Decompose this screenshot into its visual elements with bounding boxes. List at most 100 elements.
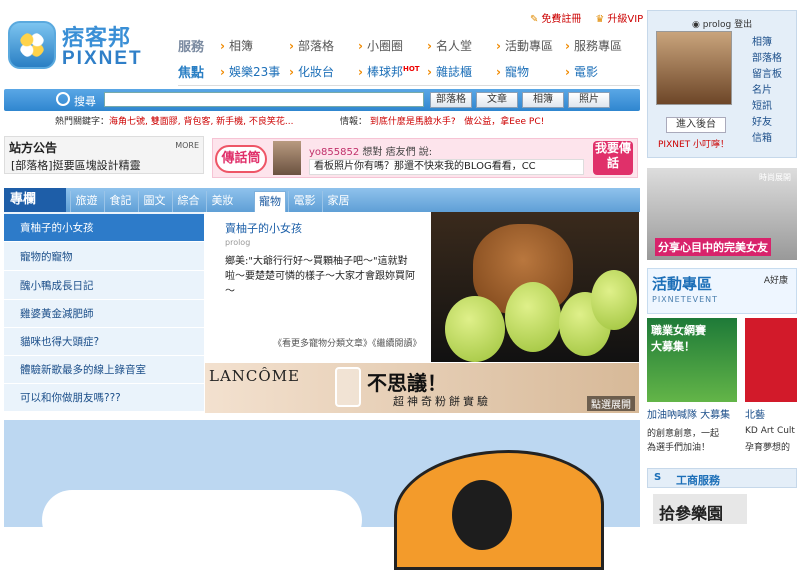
article-title[interactable]: 賣柚子的小女孩	[225, 220, 302, 236]
nav-row-focus: 焦點 娛樂23事 化妝台 棒球邦HOT 雜誌櫃 寵物 電影	[178, 62, 634, 81]
tab-illustration[interactable]: 圖文	[138, 191, 170, 212]
side-ads: 職業女網賽 大募集！ 加油吶喊隊 大募集 北藝 的創意創意，一起 為選手們加油！…	[647, 318, 797, 468]
station-notice: 站方公告 MORE [部落格]挺要區塊設計精靈	[4, 136, 204, 174]
art-ad[interactable]	[745, 318, 797, 402]
list-item[interactable]: 體驗新歌最多的線上錄音室	[4, 356, 204, 384]
top-links: ✎ 免費註冊 ♛ 升級VIP	[530, 10, 643, 25]
hot-keywords-value[interactable]: 海角七號, 雙面膠, 背包客, 新手機, 不良笑花...	[109, 117, 293, 127]
article-more-links[interactable]: 《看更多寵物分類文章》《繼續閱讀》	[273, 336, 422, 349]
user-link-guestbook[interactable]: 留言板	[752, 65, 782, 81]
user-link-sms[interactable]: 短訊	[752, 97, 782, 113]
right-column: ◉ prolog 登出 進入後台 PIXNET 小叮嚀！ 相簿 部落格 留言板 …	[647, 10, 797, 527]
user-links: 相簿 部落格 留言板 名片 短訊 好友 信箱	[752, 33, 782, 145]
nav-makeup[interactable]: 化妝台	[289, 63, 358, 80]
hot-badge: HOT	[402, 65, 420, 73]
crown-icon: ♛	[595, 14, 605, 25]
tab-general[interactable]: 綜合	[172, 191, 204, 212]
search-article-button[interactable]: 文章	[476, 92, 518, 108]
tab-home[interactable]: 家居	[322, 191, 354, 212]
tab-food[interactable]: 食記	[104, 191, 136, 212]
list-item[interactable]: 賣柚子的小女孩	[4, 214, 204, 242]
user-icon: ◉	[692, 20, 700, 30]
column-tabs: 專欄 旅遊 食記 圖文 綜合 美妝 寵物 電影 家居	[4, 188, 640, 212]
nav-baseball[interactable]: 棒球邦HOT	[358, 63, 427, 80]
featured-article: 賣柚子的小女孩 prolog 鄉美:"大爺行行好～買顆柚子吧～"這就對啦～要楚楚…	[205, 212, 639, 362]
nav-circle[interactable]: 小圈圈	[358, 37, 427, 54]
nav-pets[interactable]: 寵物	[496, 63, 565, 80]
banner-panel	[42, 490, 362, 550]
nav-service-zone[interactable]: 服務專區	[565, 37, 634, 54]
post-message-button[interactable]: 我要傳話	[593, 141, 633, 175]
vip-link[interactable]: ♛ 升級VIP	[595, 10, 643, 25]
event-sub: PIXNETEVENT	[652, 295, 719, 304]
nav-entertainment[interactable]: 娛樂23事	[220, 63, 289, 80]
avatar[interactable]	[273, 141, 301, 175]
user-link-album[interactable]: 相簿	[752, 33, 782, 49]
event-good-link[interactable]: A好康	[764, 273, 788, 286]
nav-blog[interactable]: 部落格	[289, 37, 358, 54]
business-services[interactable]: S 工商服務	[647, 468, 797, 488]
event-zone[interactable]: 活動專區 PIXNETEVENT A好康	[647, 268, 797, 314]
message-author: yo855852 想對 痞友們 說:	[309, 147, 433, 158]
notice-more-link[interactable]: MORE	[175, 141, 199, 150]
ad-text: 為選手們加油！	[647, 443, 711, 453]
ad-link[interactable]: 北藝	[745, 406, 797, 421]
nav-movies[interactable]: 電影	[565, 63, 634, 80]
enter-backend-button[interactable]: 進入後台	[666, 117, 726, 133]
joy-park-banner[interactable]: 拾參樂園	[653, 494, 747, 524]
bottom-banner[interactable]	[4, 420, 640, 570]
message-text[interactable]: 看板照片你有嗎？那還不快來我的BLOG看看，CC	[309, 159, 584, 175]
pixnet-tip-link[interactable]: PIXNET 小叮嚀！	[658, 137, 729, 150]
user-avatar[interactable]	[656, 31, 732, 105]
info-link-1[interactable]: 到底什麼是馬臉水手?	[370, 117, 456, 127]
info-link-2[interactable]: 做公益，拿Eee PC!	[464, 117, 544, 127]
user-link-card[interactable]: 名片	[752, 81, 782, 97]
search-bar: 搜尋 部落格 文章 相簿 照片	[4, 89, 640, 111]
register-link[interactable]: ✎ 免費註冊	[530, 10, 581, 25]
event-title: 活動專區	[652, 275, 713, 293]
user-link-mailbox[interactable]: 信箱	[752, 129, 782, 145]
tab-travel[interactable]: 旅遊	[70, 191, 102, 212]
mascot-face	[452, 480, 512, 550]
notice-line[interactable]: [部落格]挺要區塊設計精靈	[11, 157, 141, 173]
list-item[interactable]: 醜小鴨成長日記	[4, 272, 204, 300]
nav-focus-head: 焦點	[178, 66, 205, 81]
ad-tag: 時尚展開	[759, 173, 791, 182]
list-item[interactable]: 可以和你做朋友嗎???	[4, 384, 204, 412]
lancome-headline: 不思議！	[367, 371, 447, 395]
list-item[interactable]: 雞婆黃金減肥師	[4, 300, 204, 328]
nav-magazine[interactable]: 雜誌櫃	[427, 63, 496, 80]
search-blog-button[interactable]: 部落格	[430, 92, 472, 108]
logo-en-text: PIXNET	[62, 48, 143, 69]
list-item[interactable]: 貓咪也得大頭症?	[4, 328, 204, 356]
list-item[interactable]: 寵物的寵物	[4, 243, 204, 271]
nav-row-services: 服務 相簿 部落格 小圈圈 名人堂 活動專區 服務專區	[178, 36, 634, 55]
nav-events[interactable]: 活動專區	[496, 37, 565, 54]
tab-pets[interactable]: 寵物	[254, 191, 286, 212]
nav-album[interactable]: 相簿	[220, 37, 289, 54]
ad-text: 孕育夢想的	[745, 443, 791, 453]
dog-photo[interactable]	[431, 212, 639, 362]
search-album-button[interactable]: 相簿	[522, 92, 564, 108]
search-photo-button[interactable]: 照片	[568, 92, 610, 108]
search-input[interactable]	[104, 92, 424, 107]
nav-celebrity[interactable]: 名人堂	[427, 37, 496, 54]
business-icon: S	[654, 472, 662, 483]
tab-movies[interactable]: 電影	[288, 191, 320, 212]
ad-caption: 分享心目中的完美女友	[655, 238, 771, 256]
lancome-brand: LANCÔME	[209, 367, 301, 385]
logout-link[interactable]: 登出	[734, 20, 752, 30]
lancome-banner-ad[interactable]: LANCÔME 不思議！ 超神奇粉餅實驗 點選展開	[205, 363, 639, 413]
user-link-blog[interactable]: 部落格	[752, 49, 782, 65]
tab-beauty[interactable]: 美妝	[206, 191, 238, 212]
pixnet-logo[interactable]: 痞客邦 PIXNET	[6, 18, 166, 74]
ad-link[interactable]: 加油吶喊隊 大募集	[647, 406, 739, 421]
tennis-ad[interactable]: 職業女網賽 大募集！	[647, 318, 737, 402]
message-board-tag: 傳話筒	[215, 145, 267, 173]
user-link-friends[interactable]: 好友	[752, 113, 782, 129]
search-icon	[56, 92, 70, 106]
expand-button[interactable]: 點選展開	[587, 396, 635, 411]
register-icon: ✎	[530, 14, 539, 25]
perfect-girlfriend-ad[interactable]: 時尚展開 分享心目中的完美女友	[647, 168, 797, 260]
column-head: 專欄	[4, 188, 66, 212]
